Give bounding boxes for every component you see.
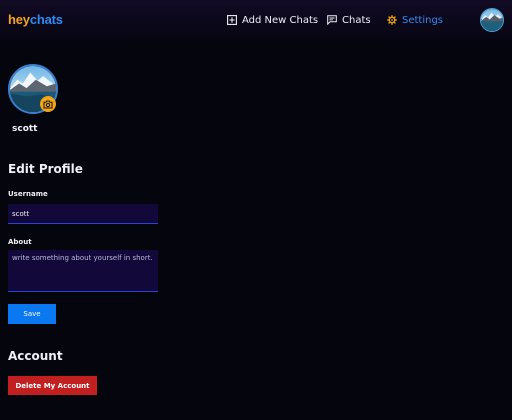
edit-profile-heading: Edit Profile (8, 162, 83, 176)
change-photo-button[interactable] (40, 96, 56, 112)
top-navbar: heychats Add New Chats Chats Settings (0, 0, 512, 40)
delete-account-button[interactable]: Delete My Account (8, 376, 97, 395)
about-textarea[interactable] (8, 250, 158, 292)
nav-settings[interactable]: Settings (387, 12, 443, 28)
message-icon (327, 15, 337, 25)
save-button[interactable]: Save (8, 304, 56, 324)
username-label: Username (8, 190, 48, 198)
brand-logo[interactable]: heychats (8, 12, 63, 28)
username-input[interactable] (8, 204, 158, 224)
nav-chats[interactable]: Chats (327, 12, 371, 28)
nav-settings-label: Settings (402, 14, 444, 26)
nav-chats-label: Chats (342, 14, 371, 26)
nav-add-new-chats[interactable]: Add New Chats (227, 12, 318, 28)
camera-icon (43, 100, 53, 108)
brand-logo-part2: chats (29, 12, 63, 27)
user-avatar[interactable] (480, 8, 504, 32)
nav-add-new-chats-label: Add New Chats (242, 14, 319, 26)
account-heading: Account (8, 349, 63, 363)
about-label: About (8, 238, 32, 246)
plus-square-icon (227, 15, 237, 25)
profile-name: scott (12, 124, 38, 134)
gear-icon (387, 15, 397, 25)
brand-logo-part1: hey (8, 12, 30, 27)
